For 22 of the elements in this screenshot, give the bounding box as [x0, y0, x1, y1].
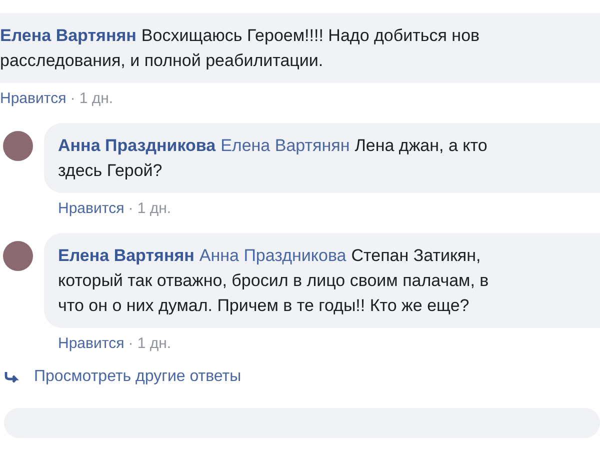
author-link[interactable]: Елена Вартянян — [58, 246, 194, 265]
like-link[interactable]: Нравится — [58, 335, 124, 352]
mention-link[interactable]: Анна Праздникова — [199, 246, 346, 265]
mention-link[interactable]: Елена Вартянян — [220, 136, 350, 155]
reply-arrow-icon — [4, 371, 20, 383]
comment-text: что он о них думал. Причем в те годы!! Кто же еще? — [58, 296, 470, 315]
comment-time: · 1 дн. — [128, 200, 172, 217]
comment-text: Восхищаюсь Героем!!!! Надо добиться нов — [141, 26, 480, 45]
comment-time: · 1 дн. — [70, 90, 114, 107]
author-link[interactable]: Анна Праздникова — [58, 136, 216, 155]
avatar-icon[interactable] — [3, 241, 33, 271]
more-replies-link[interactable]: Просмотреть другие ответы — [34, 368, 242, 386]
comment-text: Лена джан, а кто — [354, 136, 488, 155]
comment-text: Степан Затикян, — [351, 246, 481, 265]
comment-text: расследования, и полной реабилитации. — [0, 51, 324, 70]
comment-time: · 1 дн. — [128, 335, 172, 352]
avatar-icon[interactable] — [3, 131, 33, 161]
comment-text: который так отважно, бросил в лицо своим палачам, в — [58, 271, 489, 290]
author-link[interactable]: Елена Вартянян — [0, 26, 136, 45]
like-link[interactable]: Нравится — [0, 90, 66, 107]
comment-text: здесь Герой? — [58, 161, 162, 180]
like-link[interactable]: Нравится — [58, 200, 124, 217]
